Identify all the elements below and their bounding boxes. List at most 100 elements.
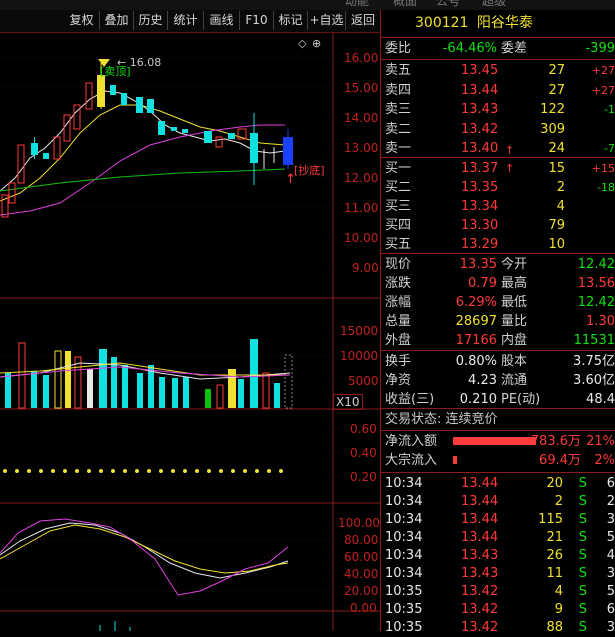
order-change: -7: [604, 142, 615, 155]
finance-label: PE(动): [501, 392, 541, 407]
up-arrow-icon: ↑: [505, 144, 515, 157]
flow-value: 69.4万: [539, 453, 581, 468]
sell-order-row[interactable]: 卖三 13.43 122 -1: [385, 100, 615, 119]
tick-time: 10:35: [385, 602, 423, 617]
finance-label: 股本: [501, 354, 528, 369]
mark-button[interactable]: 标记: [274, 11, 308, 30]
tick-row: 10:35 13.42 4 S 5: [385, 582, 615, 601]
quote-value: 13.56: [577, 276, 615, 291]
buy-order-row[interactable]: 买一 13.37 15 +15: [385, 159, 615, 178]
kdj-d: [0, 524, 289, 574]
finance-label: 净资: [385, 373, 412, 388]
finance-label: 换手: [385, 354, 412, 369]
tick-side: S: [578, 620, 587, 635]
draw-line-button[interactable]: 画线: [204, 11, 240, 30]
fund-flow-row: 净流入额 783.6万 21%: [385, 432, 615, 451]
quote-value: 17166: [455, 333, 497, 348]
tick-side: S: [578, 494, 587, 509]
tick-price: 13.44: [461, 530, 499, 545]
order-change: +15: [591, 162, 615, 175]
quote-label: 内盘: [501, 333, 528, 348]
sell-order-row[interactable]: 卖一 13.40 24 -7: [385, 139, 615, 158]
sell-order-row[interactable]: 卖四 13.44 27 +27: [385, 81, 615, 100]
tick-volume: 115: [538, 512, 563, 527]
price-tick: 12.00: [344, 171, 379, 185]
fuquan-button[interactable]: 复权: [64, 11, 100, 30]
tick-row: 10:34 13.43 11 S 3: [385, 564, 615, 583]
price-tick: 16.00: [344, 51, 379, 65]
quote-row: 涨跌 0.79 最高 13.56: [385, 274, 615, 293]
flow-bar: [453, 456, 457, 464]
buy-order-row[interactable]: 买二 13.35 2 -18: [385, 178, 615, 197]
order-level-label: 买五: [385, 237, 412, 252]
quote-value: 0.79: [468, 276, 497, 291]
volume-tick: 15000: [340, 324, 379, 338]
sell-order-row[interactable]: 卖二 13.42 309: [385, 120, 615, 139]
order-level-label: 买二: [385, 180, 412, 195]
zoom-icon[interactable]: ⊕: [312, 37, 321, 50]
order-volume: 79: [548, 218, 565, 233]
quote-value: 13.35: [459, 257, 497, 272]
price-tick: 9.00: [352, 261, 379, 275]
ind1-tick: 0.60: [350, 422, 377, 436]
order-level-label: 卖二: [385, 121, 412, 137]
statistics-button[interactable]: 统计: [168, 11, 204, 30]
sell-order-row[interactable]: 卖五 13.45 27 +27: [385, 61, 615, 80]
order-volume: 4: [556, 199, 565, 214]
add-watchlist-button[interactable]: +自选: [308, 11, 346, 30]
order-change: -1: [604, 103, 615, 116]
finance-row: 净资 4.23 流通 3.60亿: [385, 371, 615, 390]
order-volume: 27: [548, 63, 565, 78]
fund-flow-row: 大宗流入 69.4万 2%: [385, 451, 615, 470]
tick-price: 13.42: [461, 620, 499, 635]
history-button[interactable]: 历史: [134, 11, 168, 30]
back-button[interactable]: 返回: [346, 11, 380, 30]
order-volume: 122: [540, 102, 565, 117]
ind2-tick: 40.00: [344, 567, 379, 581]
tick-side: S: [578, 512, 587, 527]
quote-label: 最高: [501, 276, 528, 291]
f10-button[interactable]: F10: [240, 11, 274, 30]
quote-label: 今开: [501, 257, 528, 272]
weibi-row: 委比 -64.46% 委差 -399: [385, 41, 615, 56]
tick-count: 4: [606, 548, 615, 563]
order-price: 13.35: [461, 180, 499, 195]
quote-label: 量比: [501, 314, 528, 329]
tick-side: S: [578, 566, 587, 581]
indicator1-dots: [3, 469, 283, 473]
buy-bottom-tag: [抄底]: [294, 163, 325, 177]
tick-price: 13.43: [461, 566, 499, 581]
order-price: 13.43: [461, 102, 499, 117]
stock-header[interactable]: 300121 阳谷华泰: [381, 10, 615, 36]
volume-tick: 10000: [340, 349, 379, 363]
buy-order-row[interactable]: 买五 13.29 10: [385, 235, 615, 254]
tick-volume: 9: [554, 602, 563, 617]
flow-value: 783.6万: [530, 434, 581, 449]
quote-value: 12.42: [577, 295, 615, 310]
tick-volume: 26: [546, 548, 563, 563]
quote-value: 1.30: [586, 314, 615, 329]
order-level-label: 卖一: [385, 141, 412, 156]
quote-label: 最低: [501, 295, 528, 310]
buy-order-row[interactable]: 买四 13.30 79: [385, 216, 615, 235]
overlay-button[interactable]: 叠加: [100, 11, 134, 30]
tick-count: 6: [606, 476, 615, 491]
tick-side: S: [578, 602, 587, 617]
buy-order-row[interactable]: 买三 13.34 4: [385, 197, 615, 216]
ind1-tick: 0.20: [350, 470, 377, 484]
tick-price: 13.44: [461, 476, 499, 491]
order-level-label: 卖四: [385, 82, 412, 98]
tick-volume: 11: [546, 566, 563, 581]
order-level-label: 买三: [385, 199, 412, 214]
order-change: -18: [597, 181, 615, 194]
tick-volume: 88: [546, 620, 563, 635]
tick-time: 10:35: [385, 620, 423, 635]
kline-chart[interactable]: [卖顶] ← 16.08 [抄底] ↑ ◇ ⊕: [0, 33, 380, 631]
finance-label: 收益(三): [385, 392, 435, 407]
quote-value: 6.29%: [455, 295, 497, 310]
tick-time: 10:34: [385, 512, 423, 527]
tick-row: 10:35 13.42 88 S 3: [385, 618, 615, 637]
collapse-icon[interactable]: ◇: [298, 37, 307, 50]
tick-time: 10:34: [385, 548, 423, 563]
order-volume: 10: [548, 237, 565, 252]
